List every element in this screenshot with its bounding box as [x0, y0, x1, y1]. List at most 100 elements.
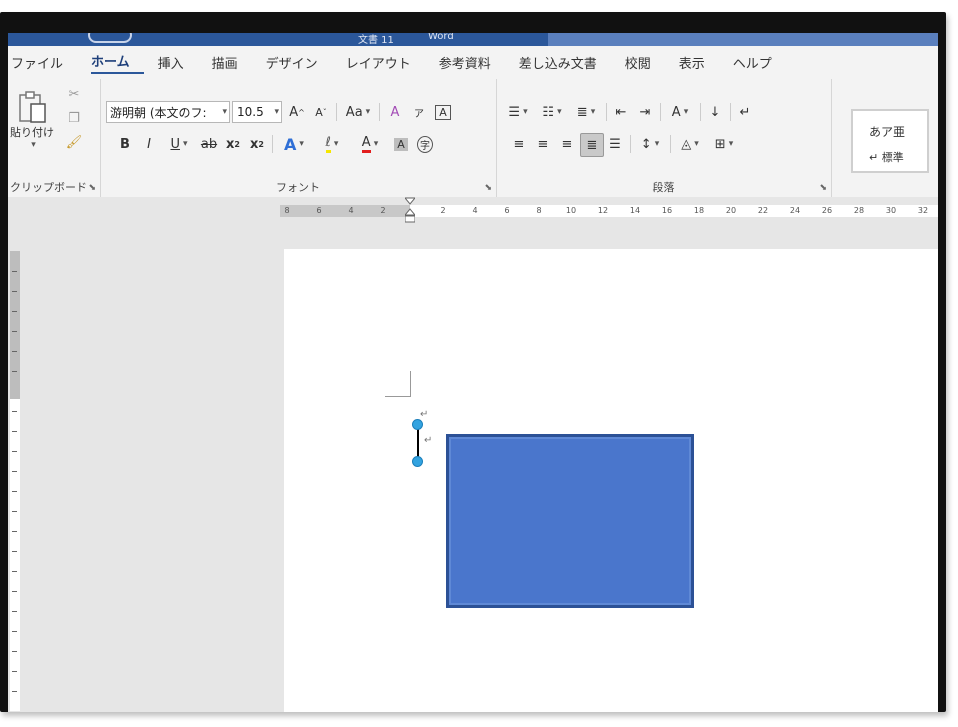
- search-box[interactable]: [548, 33, 938, 46]
- show-marks-button[interactable]: ↵: [734, 101, 756, 123]
- grow-font-button[interactable]: A ^: [286, 101, 308, 123]
- paragraph-launcher-icon[interactable]: ⬊: [819, 183, 827, 193]
- enclose-char-button[interactable]: 字: [414, 133, 436, 155]
- enclose-char-icon: 字: [417, 135, 433, 153]
- tab-help[interactable]: ヘルプ: [733, 53, 786, 72]
- justify-button[interactable]: ≣: [580, 133, 604, 157]
- paste-button[interactable]: 貼り付け ▾: [10, 85, 54, 155]
- tab-file[interactable]: ファイル: [11, 53, 77, 72]
- cut-button[interactable]: ✂: [63, 83, 85, 105]
- tab-mailings[interactable]: 差し込み文書: [519, 53, 611, 72]
- bullets-button[interactable]: ☰ ▾: [502, 101, 534, 123]
- ruby-button[interactable]: ア: [408, 101, 430, 123]
- borders-button[interactable]: ⊞ ▾: [708, 133, 740, 155]
- change-case-button[interactable]: Aa ▾: [340, 101, 376, 123]
- ruler-number: 10: [565, 206, 577, 215]
- divider: [660, 103, 661, 121]
- superscript-button[interactable]: x2: [246, 133, 268, 155]
- brush-icon: 🖌: [65, 134, 83, 150]
- underline-button[interactable]: U ▾: [162, 133, 196, 155]
- highlight-button[interactable]: ℓ ▾: [314, 133, 350, 155]
- clipboard-launcher-icon[interactable]: ⬊: [88, 183, 96, 193]
- autosave-toggle[interactable]: [88, 33, 132, 43]
- numbering-button[interactable]: ☷ ▾: [536, 101, 568, 123]
- divider: [670, 135, 671, 153]
- multilevel-list-button[interactable]: ≣ ▾: [570, 101, 602, 123]
- clipboard-icon: [19, 91, 46, 123]
- distributed-button[interactable]: ☰: [604, 133, 626, 155]
- align-center-icon: ≡: [537, 136, 549, 152]
- horizontal-ruler[interactable]: 8 6 4 2 2 4 6 8 10 12 14 16 18 20 22 24: [8, 197, 938, 383]
- subscript-icon: x: [226, 136, 235, 152]
- tab-references[interactable]: 参考資料: [439, 53, 505, 72]
- increase-indent-button[interactable]: ⇥: [634, 101, 656, 123]
- justify-icon: ≣: [586, 137, 598, 153]
- vertical-ruler[interactable]: [10, 251, 20, 711]
- copy-button[interactable]: ❐: [63, 107, 85, 129]
- tab-review[interactable]: 校閲: [625, 53, 665, 72]
- divider: [379, 103, 380, 121]
- strikethrough-icon: ab: [200, 136, 218, 152]
- style-normal[interactable]: あア亜 ↵ 標準: [851, 109, 929, 173]
- rectangle-shape[interactable]: [446, 434, 694, 608]
- tab-layout[interactable]: レイアウト: [346, 53, 425, 72]
- align-right-icon: ≡: [561, 136, 573, 152]
- ruler-number: 32: [917, 206, 929, 215]
- divider: [730, 103, 731, 121]
- ruler-number: 26: [821, 206, 833, 215]
- font-size-select[interactable]: 10.5 ▾: [232, 101, 282, 123]
- tab-draw[interactable]: 描画: [212, 53, 252, 72]
- ruler-number: 30: [885, 206, 897, 215]
- document-page[interactable]: ↵ ↵: [284, 249, 938, 712]
- font-launcher-icon[interactable]: ⬊: [484, 183, 492, 193]
- font-color-button[interactable]: A ▾: [352, 133, 388, 155]
- char-spacing-icon: A: [671, 104, 681, 120]
- divider: [336, 103, 337, 121]
- font-color-icon: A: [361, 135, 371, 153]
- paste-dropdown-icon[interactable]: ▾: [31, 140, 36, 150]
- scissors-icon: ✂: [68, 86, 80, 102]
- highlighter-icon: ℓ: [325, 135, 331, 153]
- text-effects-button[interactable]: A ▾: [276, 133, 312, 155]
- align-center-button[interactable]: ≡: [532, 133, 554, 155]
- decrease-indent-button[interactable]: ⇤: [610, 101, 632, 123]
- shrink-font-icon: A: [315, 105, 323, 119]
- selection-handle-top[interactable]: [412, 419, 423, 430]
- shading-button[interactable]: ◬ ▾: [674, 133, 706, 155]
- italic-button[interactable]: I: [138, 133, 160, 155]
- ruler-number: 6: [504, 206, 510, 215]
- chevron-down-icon: ▾: [274, 107, 279, 117]
- indent-marker[interactable]: [403, 197, 417, 223]
- grow-font-icon: A: [289, 104, 299, 120]
- borders-icon: ⊞: [714, 136, 726, 152]
- char-shading-button[interactable]: A: [390, 133, 412, 155]
- shrink-font-button[interactable]: Aˇ: [310, 101, 332, 123]
- bold-icon: B: [120, 136, 130, 152]
- app-name: Word: [428, 33, 454, 42]
- divider: [700, 103, 701, 121]
- tab-view[interactable]: 表示: [679, 53, 719, 72]
- ruler-number: 4: [472, 206, 478, 215]
- line-spacing-button[interactable]: ↕ ▾: [634, 133, 666, 155]
- style-name-text: 標準: [881, 151, 904, 164]
- tab-design[interactable]: デザイン: [266, 53, 332, 72]
- strikethrough-button[interactable]: ab: [198, 133, 220, 155]
- tab-home[interactable]: ホーム: [91, 51, 144, 74]
- font-name-select[interactable]: 游明朝 (本文のフ: ▾: [106, 101, 230, 123]
- indent-icon: ⇥: [639, 104, 651, 120]
- bullet-list-icon: ☰: [508, 104, 521, 120]
- align-left-button[interactable]: ≡: [508, 133, 530, 155]
- outdent-icon: ⇤: [615, 104, 627, 120]
- align-right-button[interactable]: ≡: [556, 133, 578, 155]
- selection-handle-bottom[interactable]: [412, 456, 423, 467]
- align-left-icon: ≡: [513, 136, 525, 152]
- char-border-button[interactable]: A: [432, 101, 454, 123]
- paragraph-mark-icon: ↵: [424, 435, 433, 446]
- clear-formatting-button[interactable]: A: [384, 101, 406, 123]
- format-painter-button[interactable]: 🖌: [63, 131, 85, 153]
- sort-button[interactable]: ↓: [704, 101, 726, 123]
- subscript-button[interactable]: x2: [222, 133, 244, 155]
- char-spacing-button[interactable]: A ▾: [664, 101, 696, 123]
- bold-button[interactable]: B: [114, 133, 136, 155]
- tab-insert[interactable]: 挿入: [158, 53, 198, 72]
